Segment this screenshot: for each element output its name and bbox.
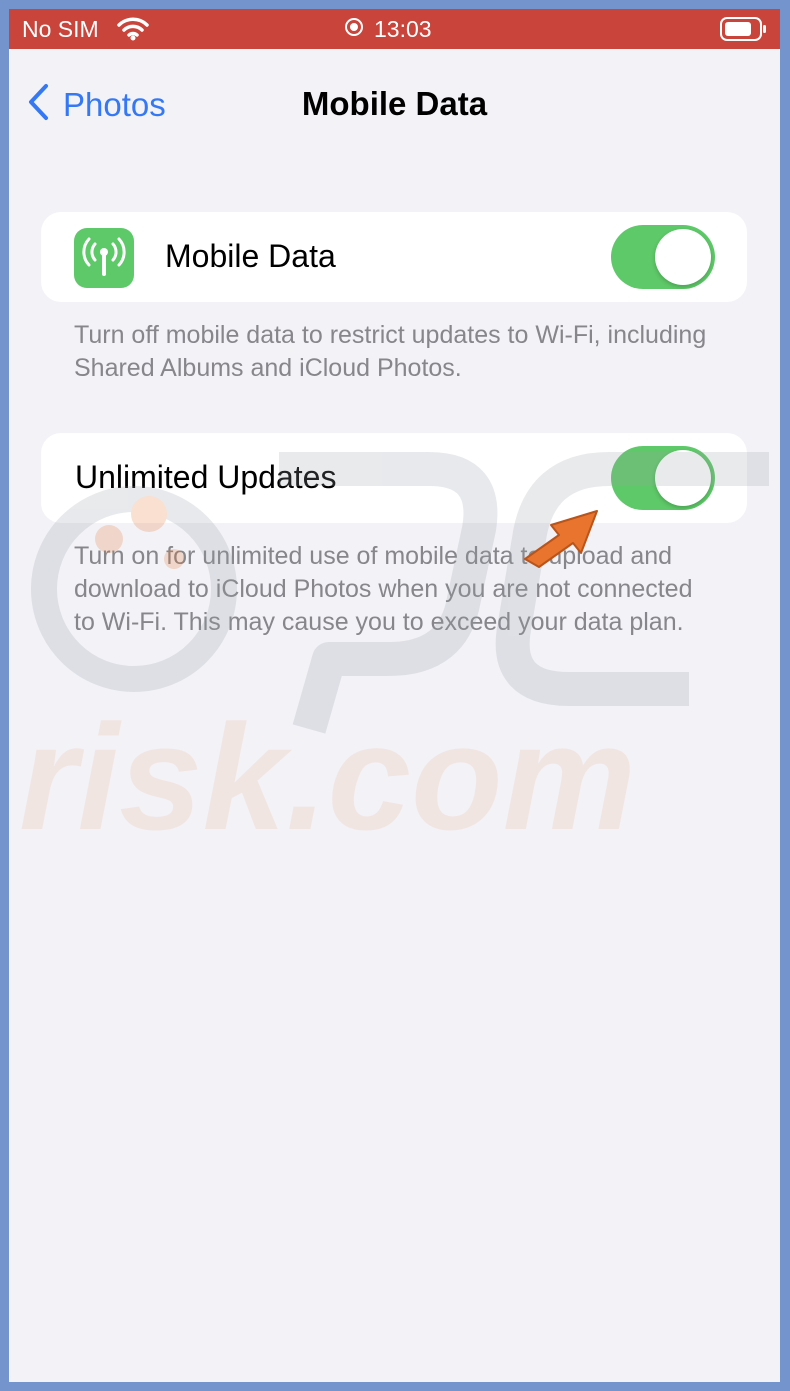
watermark-text: risk.com: [19, 693, 636, 859]
unlimited-updates-row: Unlimited Updates: [41, 433, 747, 523]
carrier-label: No SIM: [22, 16, 99, 42]
status-center: 13:03: [344, 16, 432, 43]
status-bar: No SIM 13:03: [9, 9, 780, 49]
screenshot-frame: No SIM 13:03 Photos Mobile Data Mobile D…: [9, 9, 780, 1382]
navigation-bar: Photos Mobile Data: [9, 49, 780, 149]
pointer-arrow-icon: [524, 510, 598, 568]
page-title: Mobile Data: [301, 85, 488, 122]
mobile-data-toggle[interactable]: [611, 225, 715, 289]
unlimited-updates-label: Unlimited Updates: [75, 459, 337, 495]
mobile-data-label: Mobile Data: [165, 238, 336, 274]
antenna-icon: [74, 228, 134, 288]
toggle-knob: [655, 229, 711, 285]
toggle-knob: [655, 450, 711, 506]
location-icon: [344, 16, 364, 43]
clock-time: 13:03: [374, 16, 432, 42]
unlimited-updates-footnote: Turn on for unlimited use of mobile data…: [74, 542, 693, 636]
wifi-icon: [117, 17, 149, 46]
mobile-data-row: Mobile Data: [41, 212, 747, 302]
mobile-data-footnote: Turn off mobile data to restrict updates…: [74, 321, 707, 382]
unlimited-updates-toggle[interactable]: [611, 446, 715, 510]
battery-icon: [720, 17, 768, 46]
